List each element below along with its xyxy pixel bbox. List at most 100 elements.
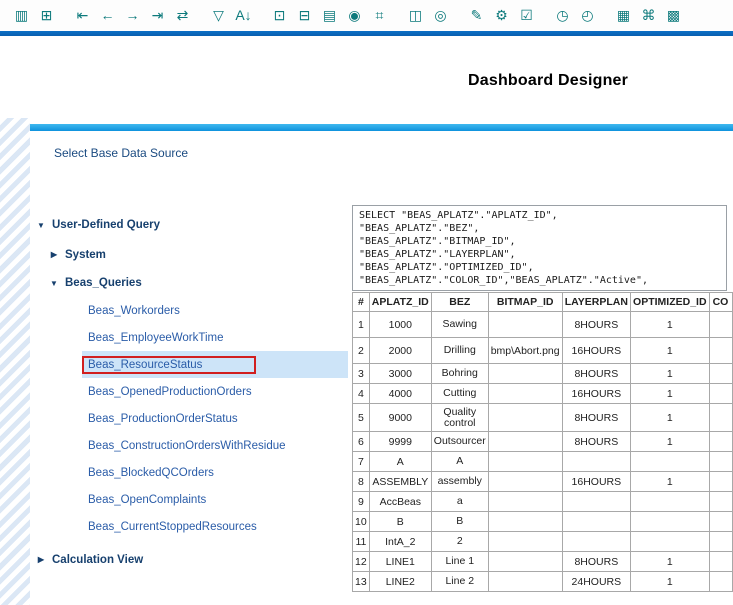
expand-arrow-down-icon[interactable]: ▼ <box>36 221 46 230</box>
table-cell: Drilling <box>431 338 488 364</box>
table-cell: assembly <box>431 472 488 492</box>
table-cell <box>709 432 732 452</box>
table-cell: 3000 <box>369 364 431 384</box>
report-icon[interactable]: ▤ <box>318 3 341 27</box>
edit-icon[interactable]: ✎ <box>465 3 488 27</box>
tree-item-label: Beas_EmployeeWorkTime <box>88 332 224 344</box>
tree-item-beas_blockedqcorders[interactable]: Beas_BlockedQCOrders <box>36 459 348 486</box>
table-cell <box>709 532 732 552</box>
tree-item-beas_openedproductionorders[interactable]: Beas_OpenedProductionOrders <box>36 378 348 405</box>
table-cell <box>709 512 732 532</box>
table-cell: Quality control <box>431 404 488 432</box>
grid-icon[interactable]: ▩ <box>662 3 685 27</box>
table-cell: 11 <box>353 532 370 552</box>
table-cell: 12 <box>353 552 370 572</box>
table-cell: IntA_2 <box>369 532 431 552</box>
column-header: LAYERPLAN <box>562 293 630 312</box>
tree-item-beas_resourcestatus[interactable]: Beas_ResourceStatus <box>36 351 348 378</box>
table-cell <box>488 364 562 384</box>
calculator-icon[interactable]: ▦ <box>612 3 635 27</box>
refresh-icon[interactable]: ⇄ <box>171 3 194 27</box>
tree-item-label: Beas_ResourceStatus <box>82 356 256 374</box>
table-cell <box>488 552 562 572</box>
sql-line: SELECT "BEAS_APLATZ"."APLATZ_ID", <box>359 209 720 222</box>
table-cell: 2000 <box>369 338 431 364</box>
tree-node-system[interactable]: ▶ System <box>36 240 348 269</box>
table-cell: 1 <box>631 472 710 492</box>
column-header: APLATZ_ID <box>369 293 431 312</box>
column-header: BITMAP_ID <box>488 293 562 312</box>
sql-line: "BEAS_APLATZ"."OPTIMIZED_ID", <box>359 261 720 274</box>
link-icon[interactable]: ◉ <box>343 3 366 27</box>
table-cell: LINE2 <box>369 572 431 592</box>
table-cell: 9 <box>353 492 370 512</box>
expand-arrow-down-icon[interactable]: ▼ <box>49 279 59 288</box>
column-header: CO <box>709 293 732 312</box>
table-cell: 10 <box>353 512 370 532</box>
table-cell <box>488 532 562 552</box>
panel-title: Select Base Data Source <box>54 146 188 160</box>
org-chart-icon[interactable]: ⌘ <box>637 3 660 27</box>
table-cell: 1 <box>631 312 710 338</box>
previous-record-icon[interactable]: ← <box>96 3 119 27</box>
document-time-icon[interactable]: ◷ <box>551 3 574 27</box>
table-cell: 1 <box>631 572 710 592</box>
table-cell <box>488 572 562 592</box>
tree-item-beas_constructionorderswithresidue[interactable]: Beas_ConstructionOrdersWithResidue <box>36 432 348 459</box>
table-cell: A <box>431 452 488 472</box>
table-cell: Outsourcer <box>431 432 488 452</box>
tree-item-beas_productionorderstatus[interactable]: Beas_ProductionOrderStatus <box>36 405 348 432</box>
sql-line: "BEAS_APLATZ"."LAYERPLAN", <box>359 248 720 261</box>
sql-line: "BEAS_APLATZ"."BEZ", <box>359 222 720 235</box>
tree-item-beas_employeeworktime[interactable]: Beas_EmployeeWorkTime <box>36 324 348 351</box>
form-edit-icon[interactable]: ☑ <box>515 3 538 27</box>
table-cell: a <box>431 492 488 512</box>
table-cell: B <box>431 512 488 532</box>
table-cell: 8HOURS <box>562 312 630 338</box>
table-cell <box>709 492 732 512</box>
table-cell: AccBeas <box>369 492 431 512</box>
table-cell: bmp\Abort.png <box>488 338 562 364</box>
table-cell: LINE1 <box>369 552 431 572</box>
search-table-icon[interactable]: ◎ <box>429 3 452 27</box>
structure-icon[interactable]: ▥ <box>10 3 33 27</box>
filter-icon[interactable]: ▽ <box>207 3 230 27</box>
table-row: 59000Quality control8HOURS1 <box>353 404 733 432</box>
balance-icon[interactable]: ⌗ <box>368 3 391 27</box>
export-grid-icon[interactable]: ⊟ <box>293 3 316 27</box>
sql-icon[interactable]: ◫ <box>404 3 427 27</box>
new-form-icon[interactable]: ⊞ <box>35 3 58 27</box>
table-cell <box>562 492 630 512</box>
next-record-icon[interactable]: → <box>121 3 144 27</box>
expand-arrow-right-icon[interactable]: ▶ <box>49 250 59 259</box>
table-cell: Bohring <box>431 364 488 384</box>
tree-node-label: Calculation View <box>52 554 143 566</box>
tree-item-beas_currentstoppedresources[interactable]: Beas_CurrentStoppedResources <box>36 513 348 540</box>
tree-node-calculation-view[interactable]: ▶ Calculation View <box>36 546 348 573</box>
table-row: 8ASSEMBLYassembly16HOURS1 <box>353 472 733 492</box>
table-cell <box>631 492 710 512</box>
query-list: Beas_Workorders Beas_EmployeeWorkTime Beas… <box>36 297 348 540</box>
table-cell: 1 <box>631 552 710 572</box>
tree-node-user-defined-query[interactable]: ▼ User-Defined Query <box>36 210 348 240</box>
expand-arrow-right-icon[interactable]: ▶ <box>36 555 46 564</box>
tree-item-label: Beas_ProductionOrderStatus <box>88 413 238 425</box>
decor-stripes <box>0 118 30 605</box>
first-record-icon[interactable]: ⇤ <box>71 3 94 27</box>
table-cell: 4 <box>353 384 370 404</box>
table-cell: 16HOURS <box>562 338 630 364</box>
document-schedule-icon[interactable]: ◴ <box>576 3 599 27</box>
sort-az-icon[interactable]: A↓ <box>232 3 255 27</box>
last-record-icon[interactable]: ⇥ <box>146 3 169 27</box>
table-cell <box>631 532 710 552</box>
form-settings-icon[interactable]: ⚙ <box>490 3 513 27</box>
table-cell: A <box>369 452 431 472</box>
table-cell: 16HOURS <box>562 384 630 404</box>
table-row: 22000Drillingbmp\Abort.png16HOURS1 <box>353 338 733 364</box>
tree-item-beas_opencomplaints[interactable]: Beas_OpenComplaints <box>36 486 348 513</box>
import-grid-icon[interactable]: ⊡ <box>268 3 291 27</box>
table-cell <box>488 404 562 432</box>
tree-node-beas-queries[interactable]: ▼ Beas_Queries <box>36 269 348 297</box>
tree-item-beas_workorders[interactable]: Beas_Workorders <box>36 297 348 324</box>
table-cell <box>631 512 710 532</box>
